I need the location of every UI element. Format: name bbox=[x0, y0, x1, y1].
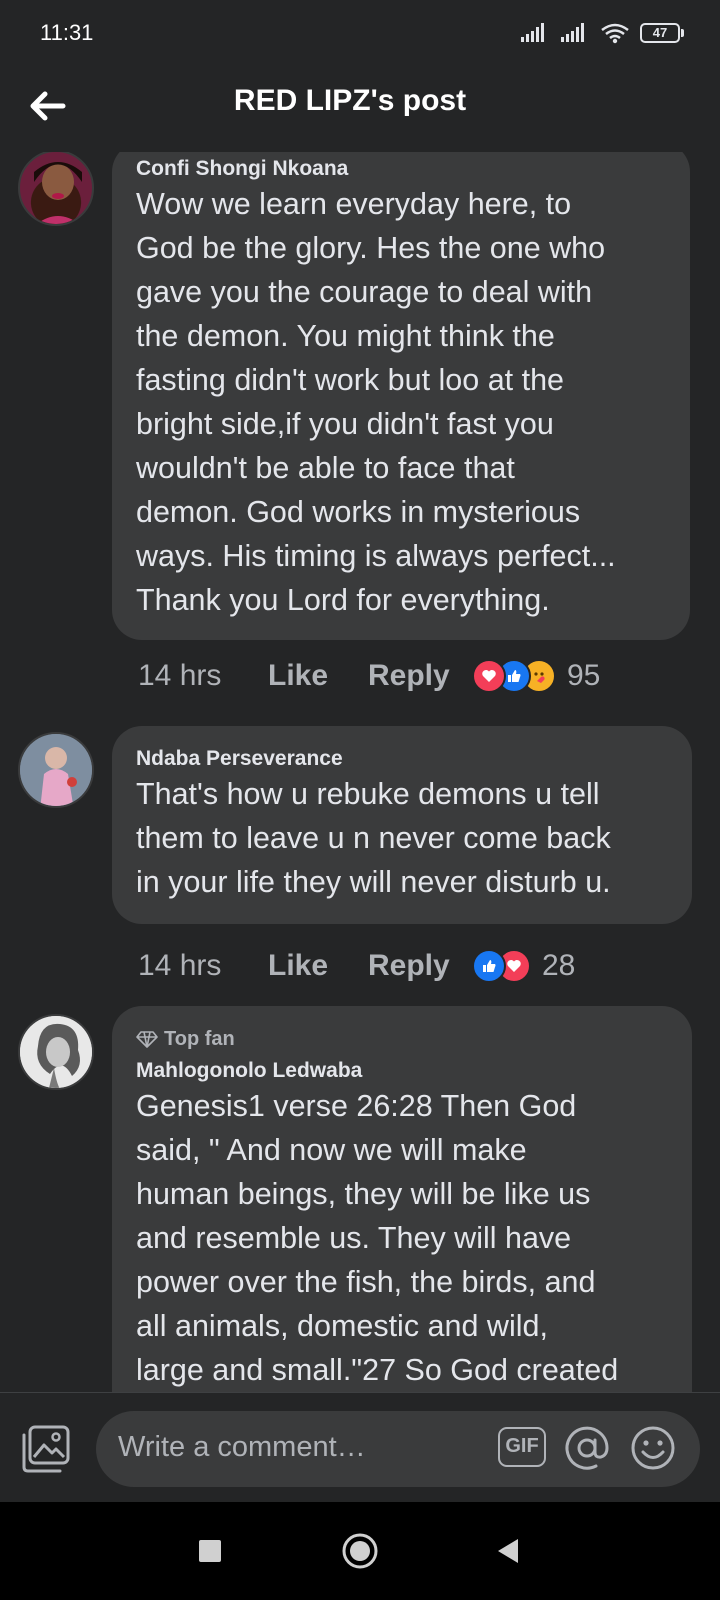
avatar[interactable] bbox=[18, 732, 94, 808]
badge-label: Top fan bbox=[164, 1027, 235, 1050]
smiley-icon bbox=[631, 1426, 675, 1470]
signal-icon-2 bbox=[561, 23, 584, 42]
at-sign-icon bbox=[565, 1426, 609, 1470]
comment-composer: Write a comment… GIF bbox=[0, 1392, 720, 1503]
comment-text: Wow we learn everyday here, to God be th… bbox=[136, 187, 616, 617]
reaction-count: 28 bbox=[542, 949, 576, 982]
photo-button[interactable] bbox=[20, 1423, 72, 1475]
comment-author[interactable]: Mahlogonolo Ledwaba bbox=[136, 1058, 668, 1084]
love-reaction-icon bbox=[472, 659, 506, 693]
page-title: RED LIPZ's post bbox=[233, 84, 467, 117]
comment-text: Genesis1 verse 26:28 Then God said, " An… bbox=[136, 1089, 619, 1387]
comment-time[interactable]: 14 hrs bbox=[138, 949, 268, 983]
comment-actions: 14 hrs Like Reply 28 bbox=[138, 946, 575, 986]
like-button[interactable]: Like bbox=[268, 659, 368, 693]
like-reaction-icon bbox=[472, 949, 506, 983]
comment-actions: 14 hrs Like Reply 95 bbox=[138, 656, 600, 696]
square-recents-icon bbox=[199, 1540, 221, 1562]
comment-bubble[interactable]: Confi Shongi Nkoana Wow we learn everyda… bbox=[112, 152, 690, 640]
triangle-back-icon bbox=[498, 1539, 518, 1563]
reply-button[interactable]: Reply bbox=[368, 949, 472, 983]
comment-time[interactable]: 14 hrs bbox=[138, 659, 268, 693]
circle-home-icon bbox=[342, 1533, 378, 1569]
avatar[interactable] bbox=[18, 152, 94, 226]
home-button[interactable] bbox=[338, 1529, 382, 1573]
like-button[interactable]: Like bbox=[268, 949, 368, 983]
battery-level: 47 bbox=[640, 23, 680, 43]
avatar[interactable] bbox=[18, 1014, 94, 1090]
comments-feed[interactable]: Confi Shongi Nkoana Wow we learn everyda… bbox=[0, 152, 720, 1392]
diamond-icon bbox=[136, 1031, 158, 1048]
gif-button[interactable]: GIF bbox=[498, 1427, 546, 1467]
emoji-button[interactable] bbox=[628, 1423, 678, 1473]
top-fan-badge: Top fan bbox=[136, 1024, 668, 1054]
reaction-count: 95 bbox=[567, 659, 601, 692]
reaction-summary[interactable]: 28 bbox=[472, 949, 575, 983]
wifi-icon bbox=[601, 23, 629, 44]
battery-icon: 47 bbox=[640, 23, 684, 43]
comment-placeholder: Write a comment… bbox=[118, 1431, 366, 1463]
reply-button[interactable]: Reply bbox=[368, 659, 472, 693]
system-nav-bar bbox=[0, 1502, 720, 1600]
comment-input[interactable]: Write a comment… GIF bbox=[96, 1411, 700, 1487]
comment-author[interactable]: Confi Shongi Nkoana bbox=[136, 156, 666, 182]
status-time: 11:31 bbox=[40, 20, 94, 45]
app-header: RED LIPZ's post bbox=[0, 68, 720, 152]
comment-bubble[interactable]: Ndaba Perseverance That's how u rebuke d… bbox=[112, 726, 692, 924]
reaction-summary[interactable]: 95 bbox=[472, 659, 600, 693]
status-bar: 11:31 47 bbox=[0, 0, 720, 68]
image-icon bbox=[22, 1425, 70, 1473]
comment-text: That's how u rebuke demons u tell them t… bbox=[136, 777, 611, 899]
comment-author[interactable]: Ndaba Perseverance bbox=[136, 746, 668, 772]
status-icons: 47 bbox=[520, 22, 684, 44]
signal-icon bbox=[521, 23, 544, 42]
comment-bubble[interactable]: Top fan Mahlogonolo Ledwaba Genesis1 ver… bbox=[112, 1006, 692, 1392]
mention-button[interactable] bbox=[562, 1423, 612, 1473]
back-nav-button[interactable] bbox=[486, 1529, 530, 1573]
recents-button[interactable] bbox=[188, 1529, 232, 1573]
